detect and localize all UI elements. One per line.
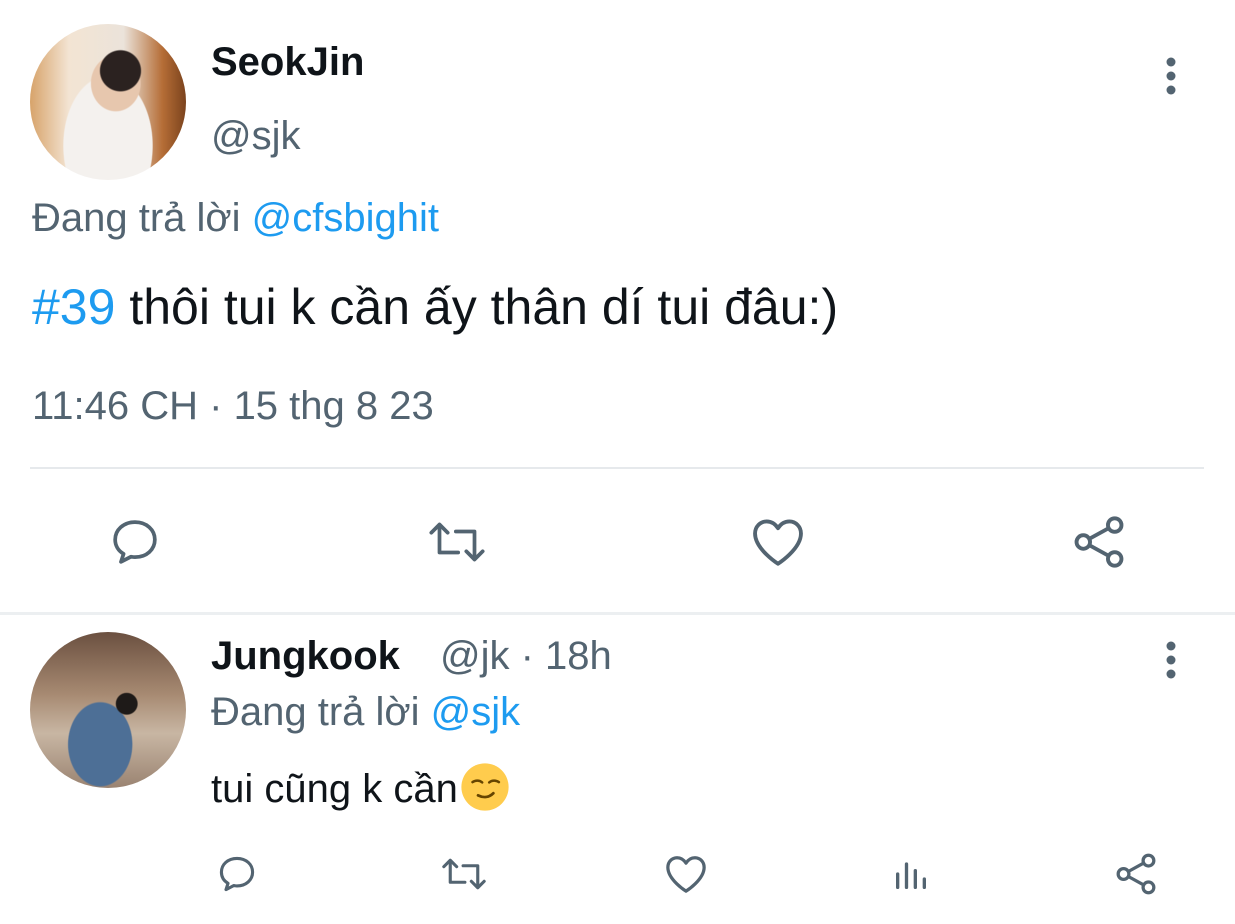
reply-tweet-text: tui cũng k cần [211,762,510,812]
divider [30,467,1204,469]
reply-icon[interactable] [214,850,260,898]
replying-to: Đang trả lời @cfsbighit [32,196,439,241]
avatar-jungkook[interactable] [30,632,186,788]
replying-to-label: Đang trả lời [32,196,252,240]
section-divider [0,612,1235,615]
replying-to-link[interactable]: @cfsbighit [252,196,439,240]
smirking-face-emoji [460,762,510,812]
share-icon[interactable] [1068,512,1130,572]
replying-to: Đang trả lời @sjk [211,690,520,735]
like-icon[interactable] [662,850,710,898]
more-options-icon[interactable] [1156,56,1186,96]
user-handle[interactable]: @sjk [211,114,301,159]
more-options-icon[interactable] [1156,640,1186,680]
display-name[interactable]: Jungkook [211,634,400,679]
retweet-icon[interactable] [436,850,492,898]
replying-to-link[interactable]: @sjk [431,690,521,734]
analytics-icon[interactable] [888,850,934,898]
share-icon[interactable] [1112,850,1160,898]
like-icon[interactable] [747,512,809,572]
reply-tweet-body: tui cũng k cần [211,767,458,811]
reply-icon[interactable] [104,512,166,572]
tweet-body: thôi tui k cần ấy thân dí tui đâu:) [115,279,839,335]
tweet-text: #39 thôi tui k cần ấy thân dí tui đâu:) [32,278,838,336]
retweet-icon[interactable] [422,512,492,572]
avatar-seokjin[interactable] [30,24,186,180]
hashtag-link[interactable]: #39 [32,279,115,335]
replying-to-label: Đang trả lời [211,690,431,734]
tweet-timestamp[interactable]: 11:46 CH · 15 thg 8 23 [32,384,434,429]
display-name[interactable]: SeokJin [211,40,364,85]
handle-and-time[interactable]: @jk · 18h [440,634,612,679]
